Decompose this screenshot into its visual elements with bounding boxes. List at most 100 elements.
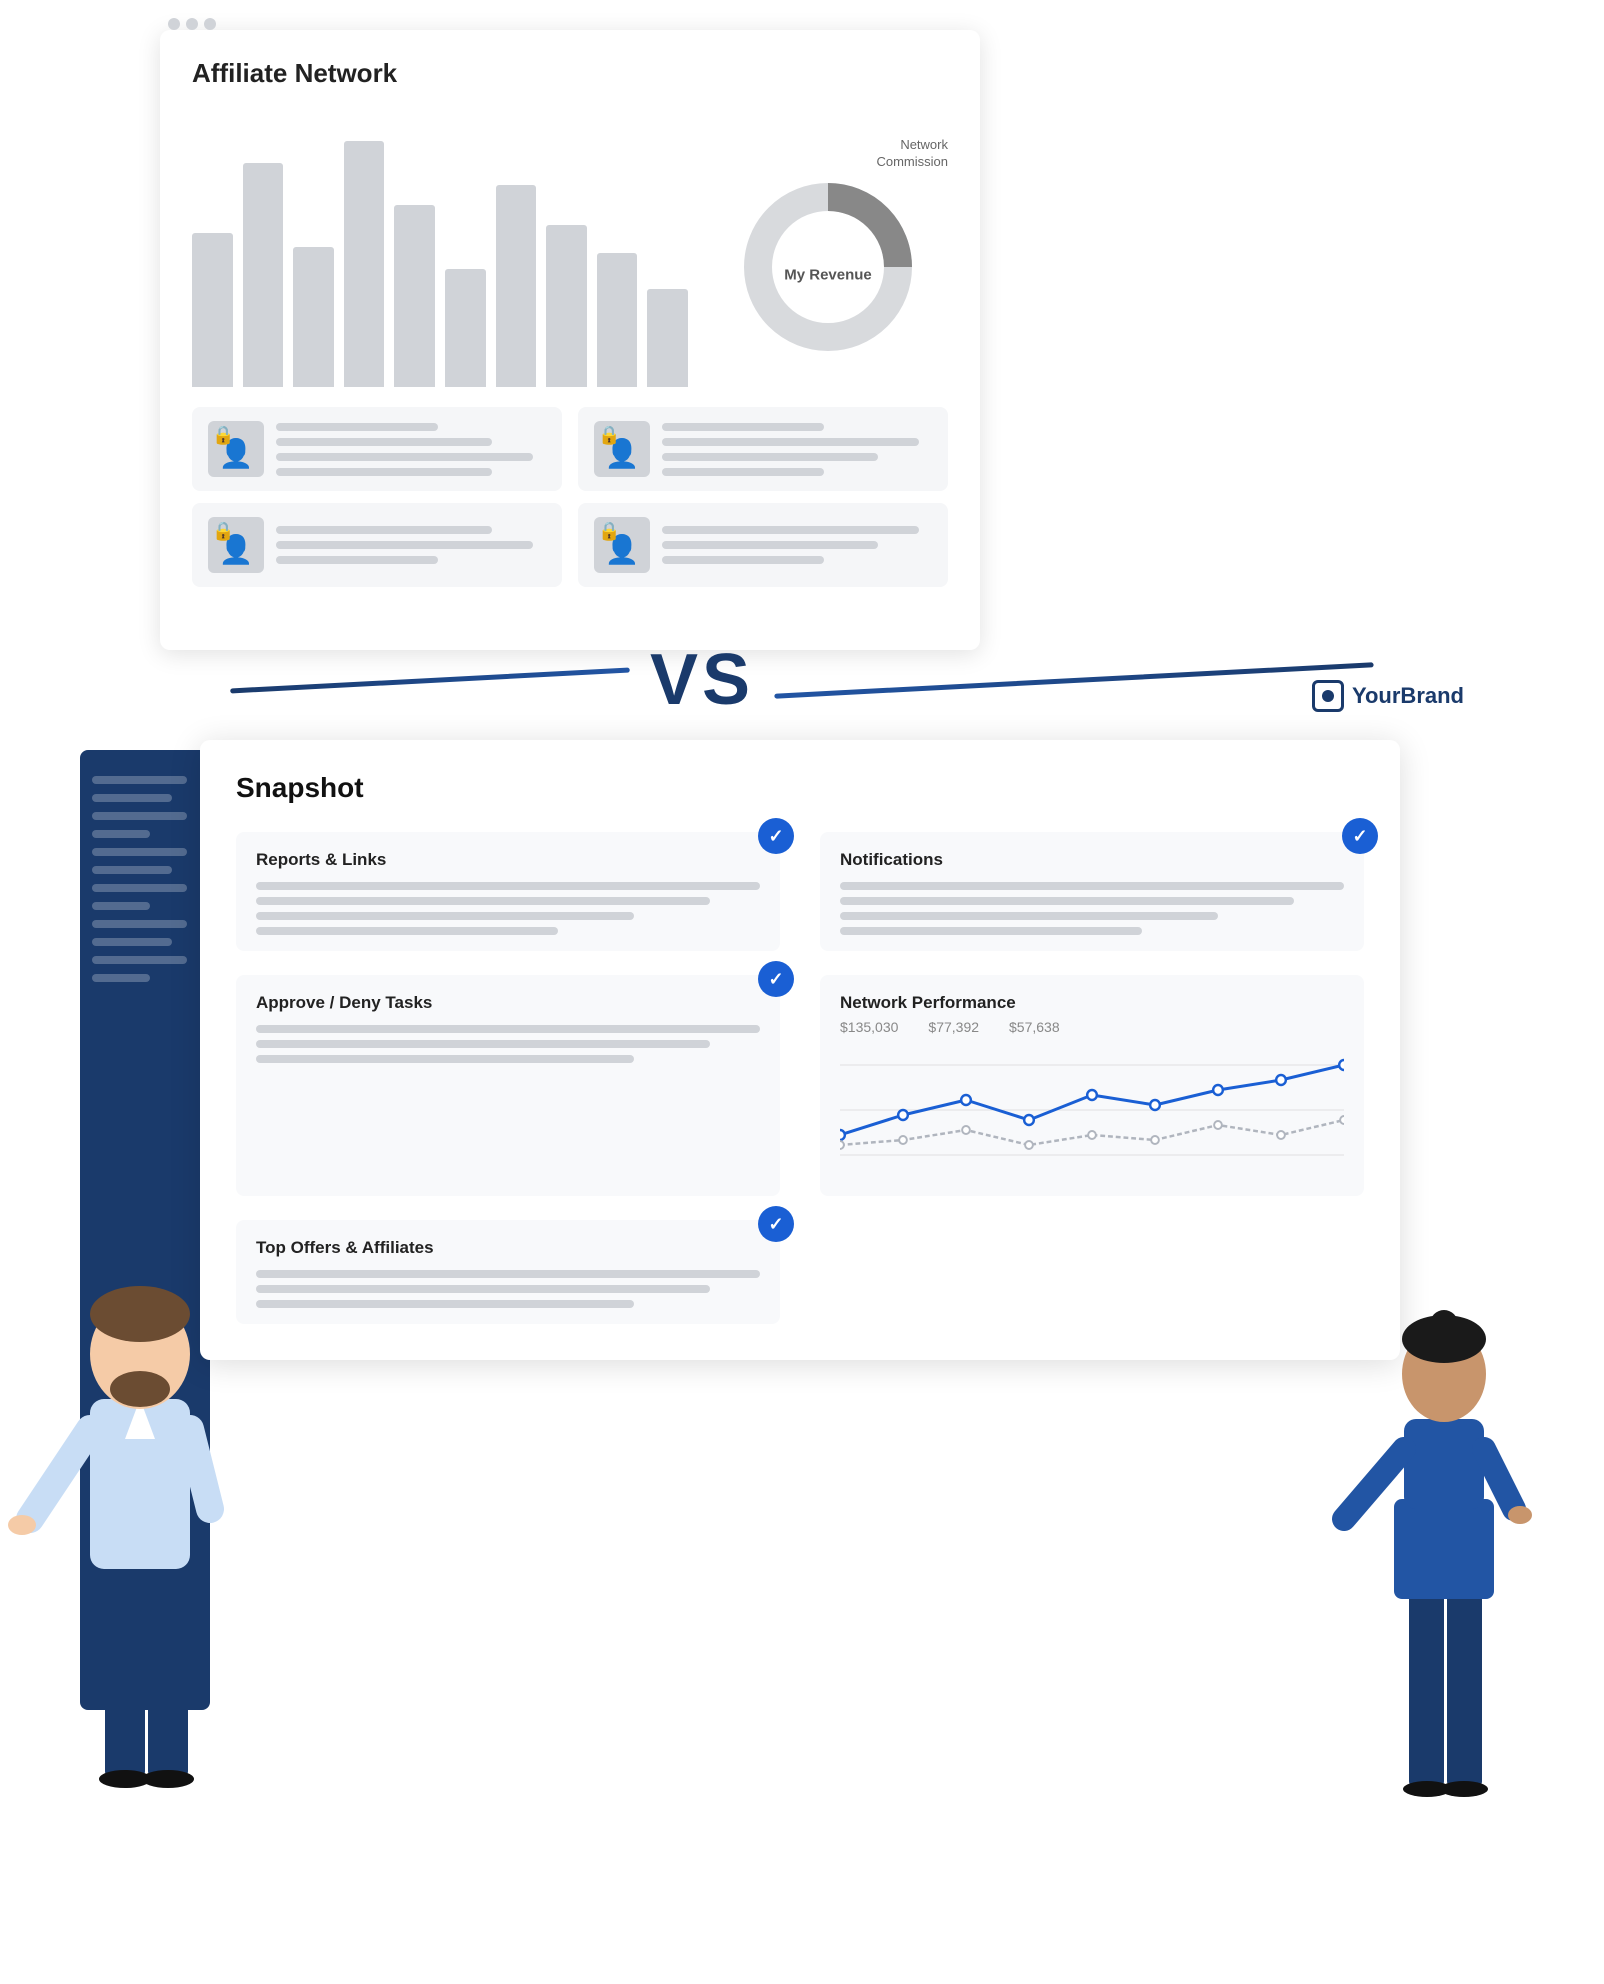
notifications-title: Notifications (840, 850, 1344, 870)
network-performance-section: Network Performance $135,030 $77,392 $57… (820, 975, 1364, 1196)
profile-card-1: 🔒 👤 (192, 407, 562, 491)
snapshot-card: Snapshot ✓ Reports & Links ✓ Notificatio… (200, 740, 1400, 1360)
sidebar-line (92, 956, 187, 964)
snap-line (256, 1055, 634, 1063)
vs-text: VS (650, 639, 754, 721)
net-perf-val-1: $135,030 (840, 1019, 898, 1035)
person-right (1314, 1159, 1574, 1979)
bar-1 (192, 233, 233, 387)
bar-7 (496, 185, 537, 387)
bar-10 (647, 289, 688, 387)
notifications-section: ✓ Notifications (820, 832, 1364, 951)
snap-line (256, 927, 558, 935)
top-offers-check: ✓ (758, 1206, 794, 1242)
browser-dot-green (204, 18, 216, 30)
sidebar-line (92, 848, 187, 856)
top-offers-lines (256, 1270, 760, 1308)
sidebar-line (92, 866, 172, 874)
top-offers-section: ✓ Top Offers & Affiliates (236, 1220, 780, 1324)
vs-line-left (230, 667, 630, 693)
profile-line (276, 468, 492, 476)
profile-card-2: 🔒 👤 (578, 407, 948, 491)
sidebar-line (92, 938, 172, 946)
approve-deny-lines (256, 1025, 760, 1063)
profile-line (276, 423, 438, 431)
bar-9 (597, 253, 638, 387)
reports-links-check: ✓ (758, 818, 794, 854)
browser-dot-yellow (186, 18, 198, 30)
sidebar-line (92, 830, 150, 838)
profile-cards-row-2: 🔒 👤 🔒 👤 (192, 503, 948, 587)
profile-line (662, 526, 919, 534)
bar-chart (192, 107, 688, 387)
profile-line (662, 468, 824, 476)
profile-line (662, 556, 824, 564)
lock-icon-3: 🔒 (212, 521, 234, 542)
reports-links-lines (256, 882, 760, 935)
lock-icon-1: 🔒 (212, 425, 234, 446)
brand-icon (1312, 680, 1344, 712)
network-performance-title: Network Performance (840, 993, 1344, 1013)
bar-2 (243, 163, 284, 387)
your-brand-label: YourBrand (1352, 683, 1464, 709)
affiliate-network-title: Affiliate Network (192, 58, 948, 89)
snap-line (256, 882, 760, 890)
bar-8 (546, 225, 587, 387)
network-commission-label: NetworkCommission (876, 137, 948, 171)
snap-line (256, 1270, 760, 1278)
brand-dot (1322, 690, 1334, 702)
chart-area: NetworkCommission My Revenue (192, 107, 948, 387)
bar-4 (344, 141, 385, 387)
profile-card-3: 🔒 👤 (192, 503, 562, 587)
sidebar-lines (92, 776, 198, 982)
approve-deny-title: Approve / Deny Tasks (256, 993, 760, 1013)
sidebar-line (92, 776, 187, 784)
profile-line (276, 438, 492, 446)
approve-deny-section: ✓ Approve / Deny Tasks (236, 975, 780, 1196)
profile-lines-1 (276, 423, 546, 476)
snapshot-grid: ✓ Reports & Links ✓ Notifications ✓ Ap (236, 832, 1364, 1324)
donut-chart-area: NetworkCommission My Revenue (708, 107, 948, 387)
lock-icon-2: 🔒 (598, 425, 620, 446)
profile-lines-3 (276, 526, 546, 564)
profile-lines-4 (662, 526, 932, 564)
snap-line (256, 1285, 710, 1293)
lock-icon-4: 🔒 (598, 521, 620, 542)
profile-line (662, 423, 824, 431)
sidebar-line (92, 974, 150, 982)
vs-line-right (774, 662, 1373, 698)
sidebar-line (92, 920, 187, 928)
notifications-check: ✓ (1342, 818, 1378, 854)
profile-lines-2 (662, 423, 932, 476)
snap-line (256, 897, 710, 905)
profile-line (276, 526, 492, 534)
browser-bar (168, 14, 968, 34)
profile-line (662, 438, 919, 446)
profile-avatar-3: 🔒 👤 (208, 517, 264, 573)
snap-line (256, 1300, 634, 1308)
bar-5 (394, 205, 435, 387)
sidebar-line (92, 902, 150, 910)
donut-center-label: My Revenue (784, 265, 872, 285)
profile-line (276, 453, 533, 461)
your-brand-badge: YourBrand (1312, 680, 1464, 712)
bar-6 (445, 269, 486, 387)
profile-avatar-4: 🔒 👤 (594, 517, 650, 573)
profile-card-4: 🔒 👤 (578, 503, 948, 587)
snap-line (840, 897, 1294, 905)
approve-deny-check: ✓ (758, 961, 794, 997)
person-left (0, 1079, 280, 1979)
net-perf-val-3: $57,638 (1009, 1019, 1060, 1035)
profile-line (276, 541, 533, 549)
snapshot-title: Snapshot (236, 772, 1364, 804)
snap-line (256, 1025, 760, 1033)
profile-line (662, 541, 878, 549)
line-chart-svg (840, 1045, 1344, 1175)
sidebar-line (92, 794, 172, 802)
sidebar-line (92, 884, 187, 892)
reports-links-section: ✓ Reports & Links (236, 832, 780, 951)
bar-3 (293, 247, 334, 387)
top-offers-title: Top Offers & Affiliates (256, 1238, 760, 1258)
profile-avatar-2: 🔒 👤 (594, 421, 650, 477)
snap-line (256, 912, 634, 920)
